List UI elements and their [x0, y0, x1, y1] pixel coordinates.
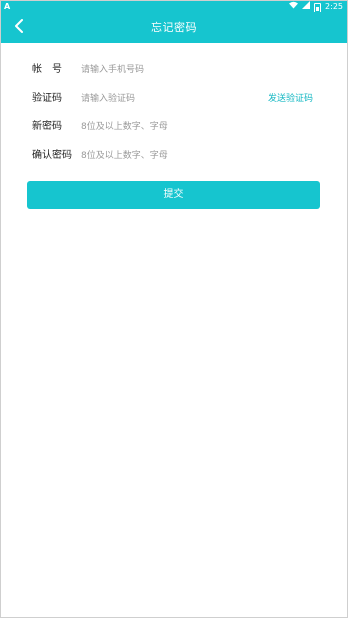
new-password-label: 新密码 [32, 121, 62, 132]
verify-code-input[interactable] [81, 89, 231, 109]
status-time: 2:25 [325, 2, 343, 11]
confirm-password-label: 确认密码 [32, 150, 72, 161]
status-bar: A 2:25 [1, 1, 347, 13]
new-password-row: 新密码 [1, 115, 347, 139]
new-password-input[interactable] [81, 117, 261, 137]
phone-input[interactable] [81, 60, 261, 80]
signal-icon [302, 1, 311, 12]
wifi-icon [289, 1, 299, 12]
status-icons: 2:25 [289, 1, 343, 13]
submit-button[interactable]: 提交 [27, 181, 320, 209]
confirm-password-input[interactable] [81, 146, 261, 166]
confirm-password-row: 确认密码 [1, 144, 347, 168]
app-bar: 忘记密码 [1, 12, 347, 43]
account-label: 帐 号 [32, 64, 62, 75]
send-code-button[interactable]: 发送验证码 [268, 87, 313, 111]
battery-icon [314, 2, 322, 13]
account-row: 帐 号 [1, 58, 347, 82]
verify-code-label: 验证码 [32, 93, 62, 104]
notification-icon: A [4, 2, 11, 11]
page-title: 忘记密码 [151, 21, 197, 34]
verify-code-row: 验证码 发送验证码 [1, 87, 347, 111]
